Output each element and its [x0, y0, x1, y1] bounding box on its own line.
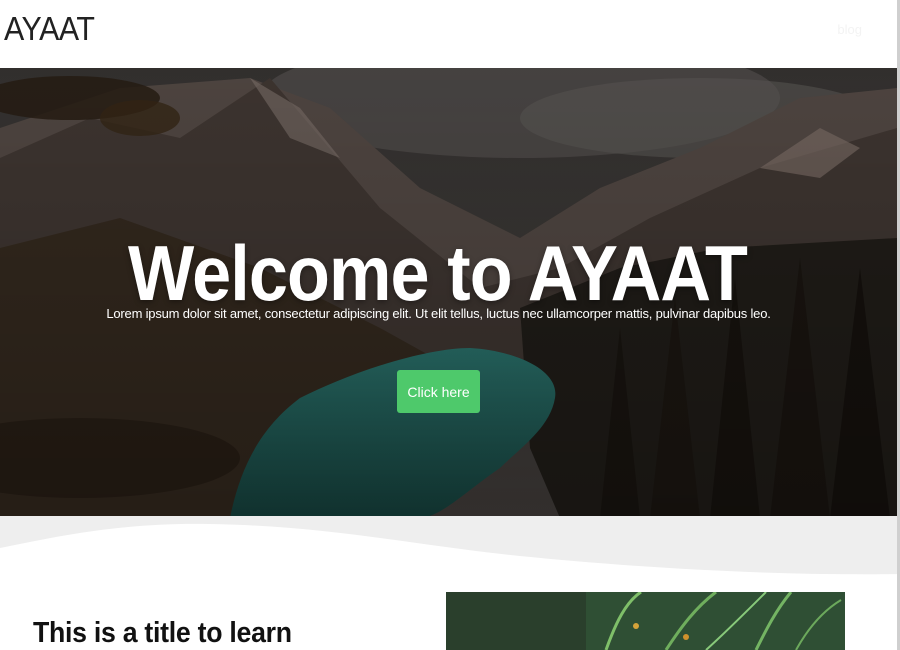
page: AYAAT blog Welcome to AYAAT Lorem ipsum … [0, 0, 900, 650]
section-title: This is a title to learn [33, 617, 292, 650]
hero-subtitle: Lorem ipsum dolor sit amet, consectetur … [106, 306, 771, 321]
site-header: AYAAT blog [0, 0, 900, 69]
grass-image [446, 592, 845, 650]
nav-link[interactable]: blog [837, 22, 862, 37]
click-here-button[interactable]: Click here [397, 370, 480, 413]
site-logo[interactable]: AYAAT [4, 10, 95, 48]
wave-divider [0, 516, 900, 575]
hero-section: Welcome to AYAAT Lorem ipsum dolor sit a… [0, 68, 897, 518]
